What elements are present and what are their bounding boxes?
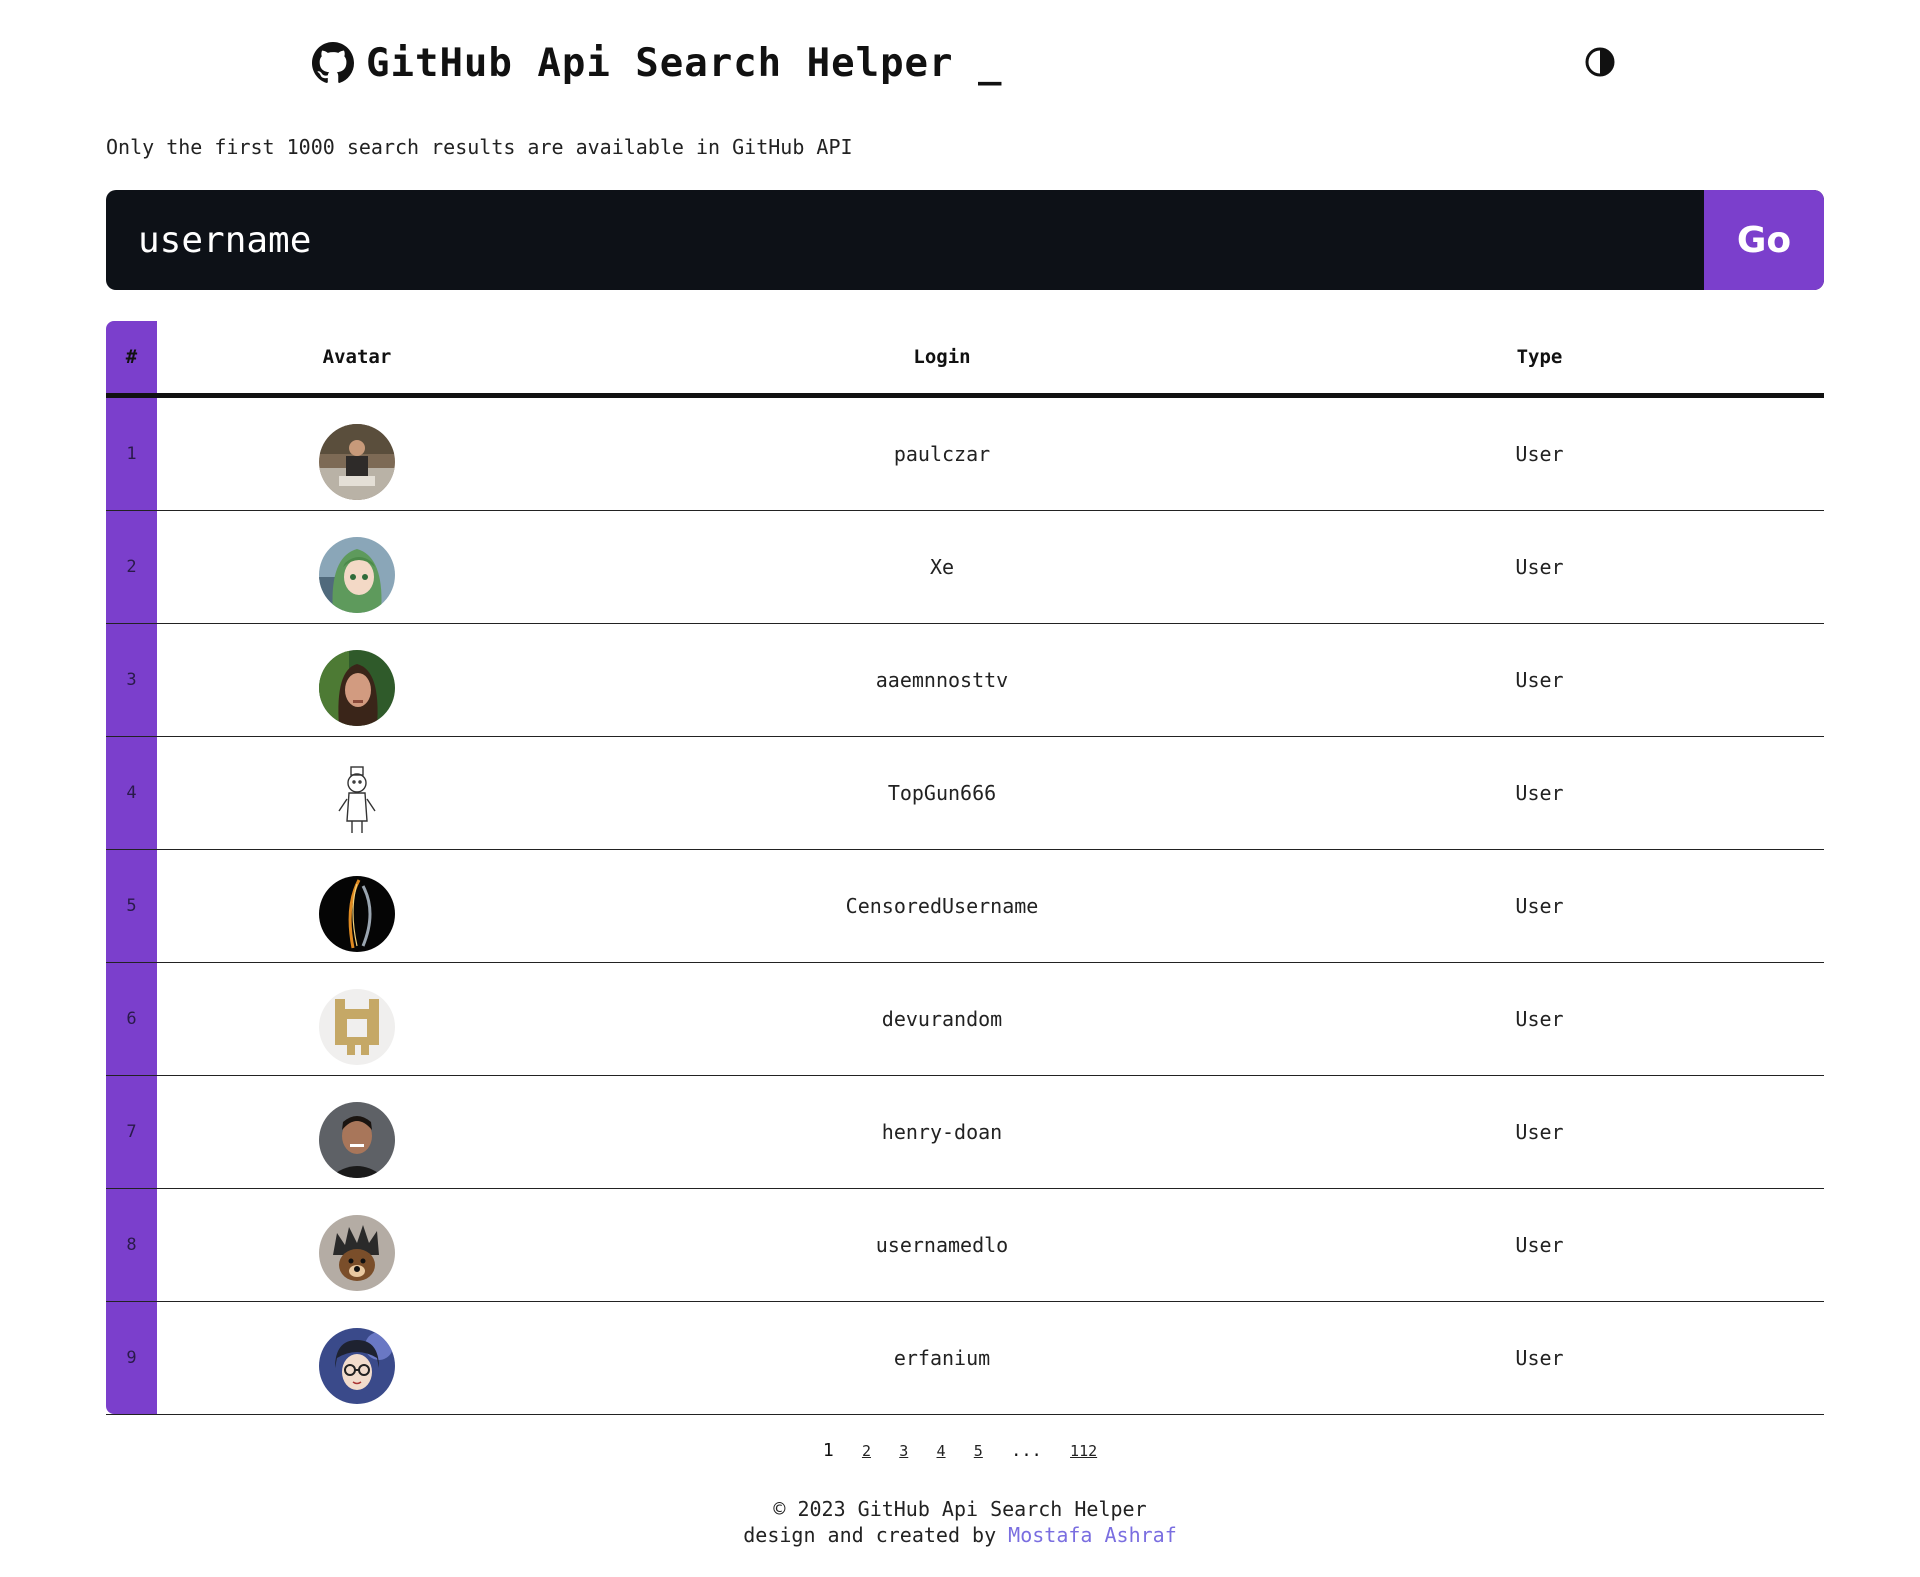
avatar[interactable]	[319, 763, 395, 839]
row-index: 8	[126, 1235, 137, 1255]
credit-prefix: design and created by	[743, 1523, 997, 1547]
login-cell[interactable]: devurandom	[557, 963, 1327, 1075]
avatar[interactable]	[319, 1102, 395, 1178]
header-avatar: Avatar	[322, 346, 392, 368]
brand[interactable]: GitHub Api Search Helper _	[312, 38, 1002, 88]
page-link[interactable]: 2	[862, 1442, 871, 1460]
table-row[interactable]: 4 TopGun666 User	[106, 737, 1824, 850]
search-bar: Go	[106, 190, 1824, 290]
row-index: 2	[126, 557, 137, 577]
row-index: 5	[126, 896, 137, 916]
login-cell[interactable]: henry-doan	[557, 1076, 1327, 1188]
results-table: # Avatar Login Type 1 paulczar User 2 Xe User…	[106, 321, 1824, 1415]
page-ellipsis: ...	[1011, 1441, 1042, 1461]
row-index: 9	[126, 1348, 137, 1368]
table-row[interactable]: 5 CensoredUsername User	[106, 850, 1824, 963]
page-link[interactable]: 3	[899, 1442, 908, 1460]
row-index: 6	[126, 1009, 137, 1029]
avatar[interactable]	[319, 650, 395, 726]
table-row[interactable]: 2 Xe User	[106, 511, 1824, 624]
table-row[interactable]: 3 aaemnnosttv User	[106, 624, 1824, 737]
copyright: © 2023 GitHub Api Search Helper	[773, 1497, 1147, 1521]
page-link-last[interactable]: 112	[1070, 1442, 1097, 1460]
type-cell: User	[1515, 442, 1564, 466]
footer: © 2023 GitHub Api Search Helper design a…	[0, 1496, 1920, 1548]
header-login: Login	[913, 346, 971, 368]
pagination: 1 2 3 4 5 ... 112	[0, 1440, 1920, 1461]
avatar[interactable]	[319, 424, 395, 500]
row-index: 4	[126, 783, 137, 803]
type-cell: User	[1515, 1120, 1564, 1144]
login-cell[interactable]: TopGun666	[557, 737, 1327, 849]
avatar[interactable]	[319, 537, 395, 613]
go-button[interactable]: Go	[1704, 190, 1824, 290]
type-cell: User	[1515, 1346, 1564, 1370]
avatar[interactable]	[319, 989, 395, 1065]
page-title: GitHub Api Search Helper _	[366, 40, 1003, 86]
login-cell[interactable]: erfanium	[557, 1302, 1327, 1414]
login-cell[interactable]: aaemnnosttv	[557, 624, 1327, 736]
table-row[interactable]: 9 erfanium User	[106, 1302, 1824, 1415]
search-input[interactable]	[106, 190, 1704, 290]
api-limit-note: Only the first 1000 search results are a…	[106, 135, 853, 159]
author-link[interactable]: Mostafa Ashraf	[1008, 1523, 1177, 1547]
header: GitHub Api Search Helper _	[0, 0, 1920, 120]
login-cell[interactable]: Xe	[557, 511, 1327, 623]
type-cell: User	[1515, 781, 1564, 805]
page-link[interactable]: 5	[974, 1442, 983, 1460]
avatar[interactable]	[319, 1215, 395, 1291]
row-index: 3	[126, 670, 137, 690]
table-row[interactable]: 1 paulczar User	[106, 398, 1824, 511]
type-cell: User	[1515, 555, 1564, 579]
avatar[interactable]	[319, 876, 395, 952]
header-type: Type	[1516, 346, 1563, 368]
login-cell[interactable]: CensoredUsername	[557, 850, 1327, 962]
table-header: # Avatar Login Type	[106, 321, 1824, 398]
header-index: #	[125, 346, 138, 368]
type-cell: User	[1515, 1233, 1564, 1257]
contrast-icon[interactable]	[1584, 46, 1616, 78]
credit: design and created by Mostafa Ashraf	[0, 1522, 1920, 1548]
table-row[interactable]: 8 usernamedlo User	[106, 1189, 1824, 1302]
page-current: 1	[822, 1440, 834, 1461]
type-cell: User	[1515, 1007, 1564, 1031]
type-cell: User	[1515, 668, 1564, 692]
type-cell: User	[1515, 894, 1564, 918]
row-index: 7	[126, 1122, 137, 1142]
login-cell[interactable]: paulczar	[557, 398, 1327, 510]
table-row[interactable]: 6 devurandom User	[106, 963, 1824, 1076]
row-index: 1	[126, 444, 137, 464]
github-icon	[312, 42, 354, 83]
page-link[interactable]: 4	[937, 1442, 946, 1460]
table-row[interactable]: 7 henry-doan User	[106, 1076, 1824, 1189]
avatar[interactable]	[319, 1328, 395, 1404]
login-cell[interactable]: usernamedlo	[557, 1189, 1327, 1301]
